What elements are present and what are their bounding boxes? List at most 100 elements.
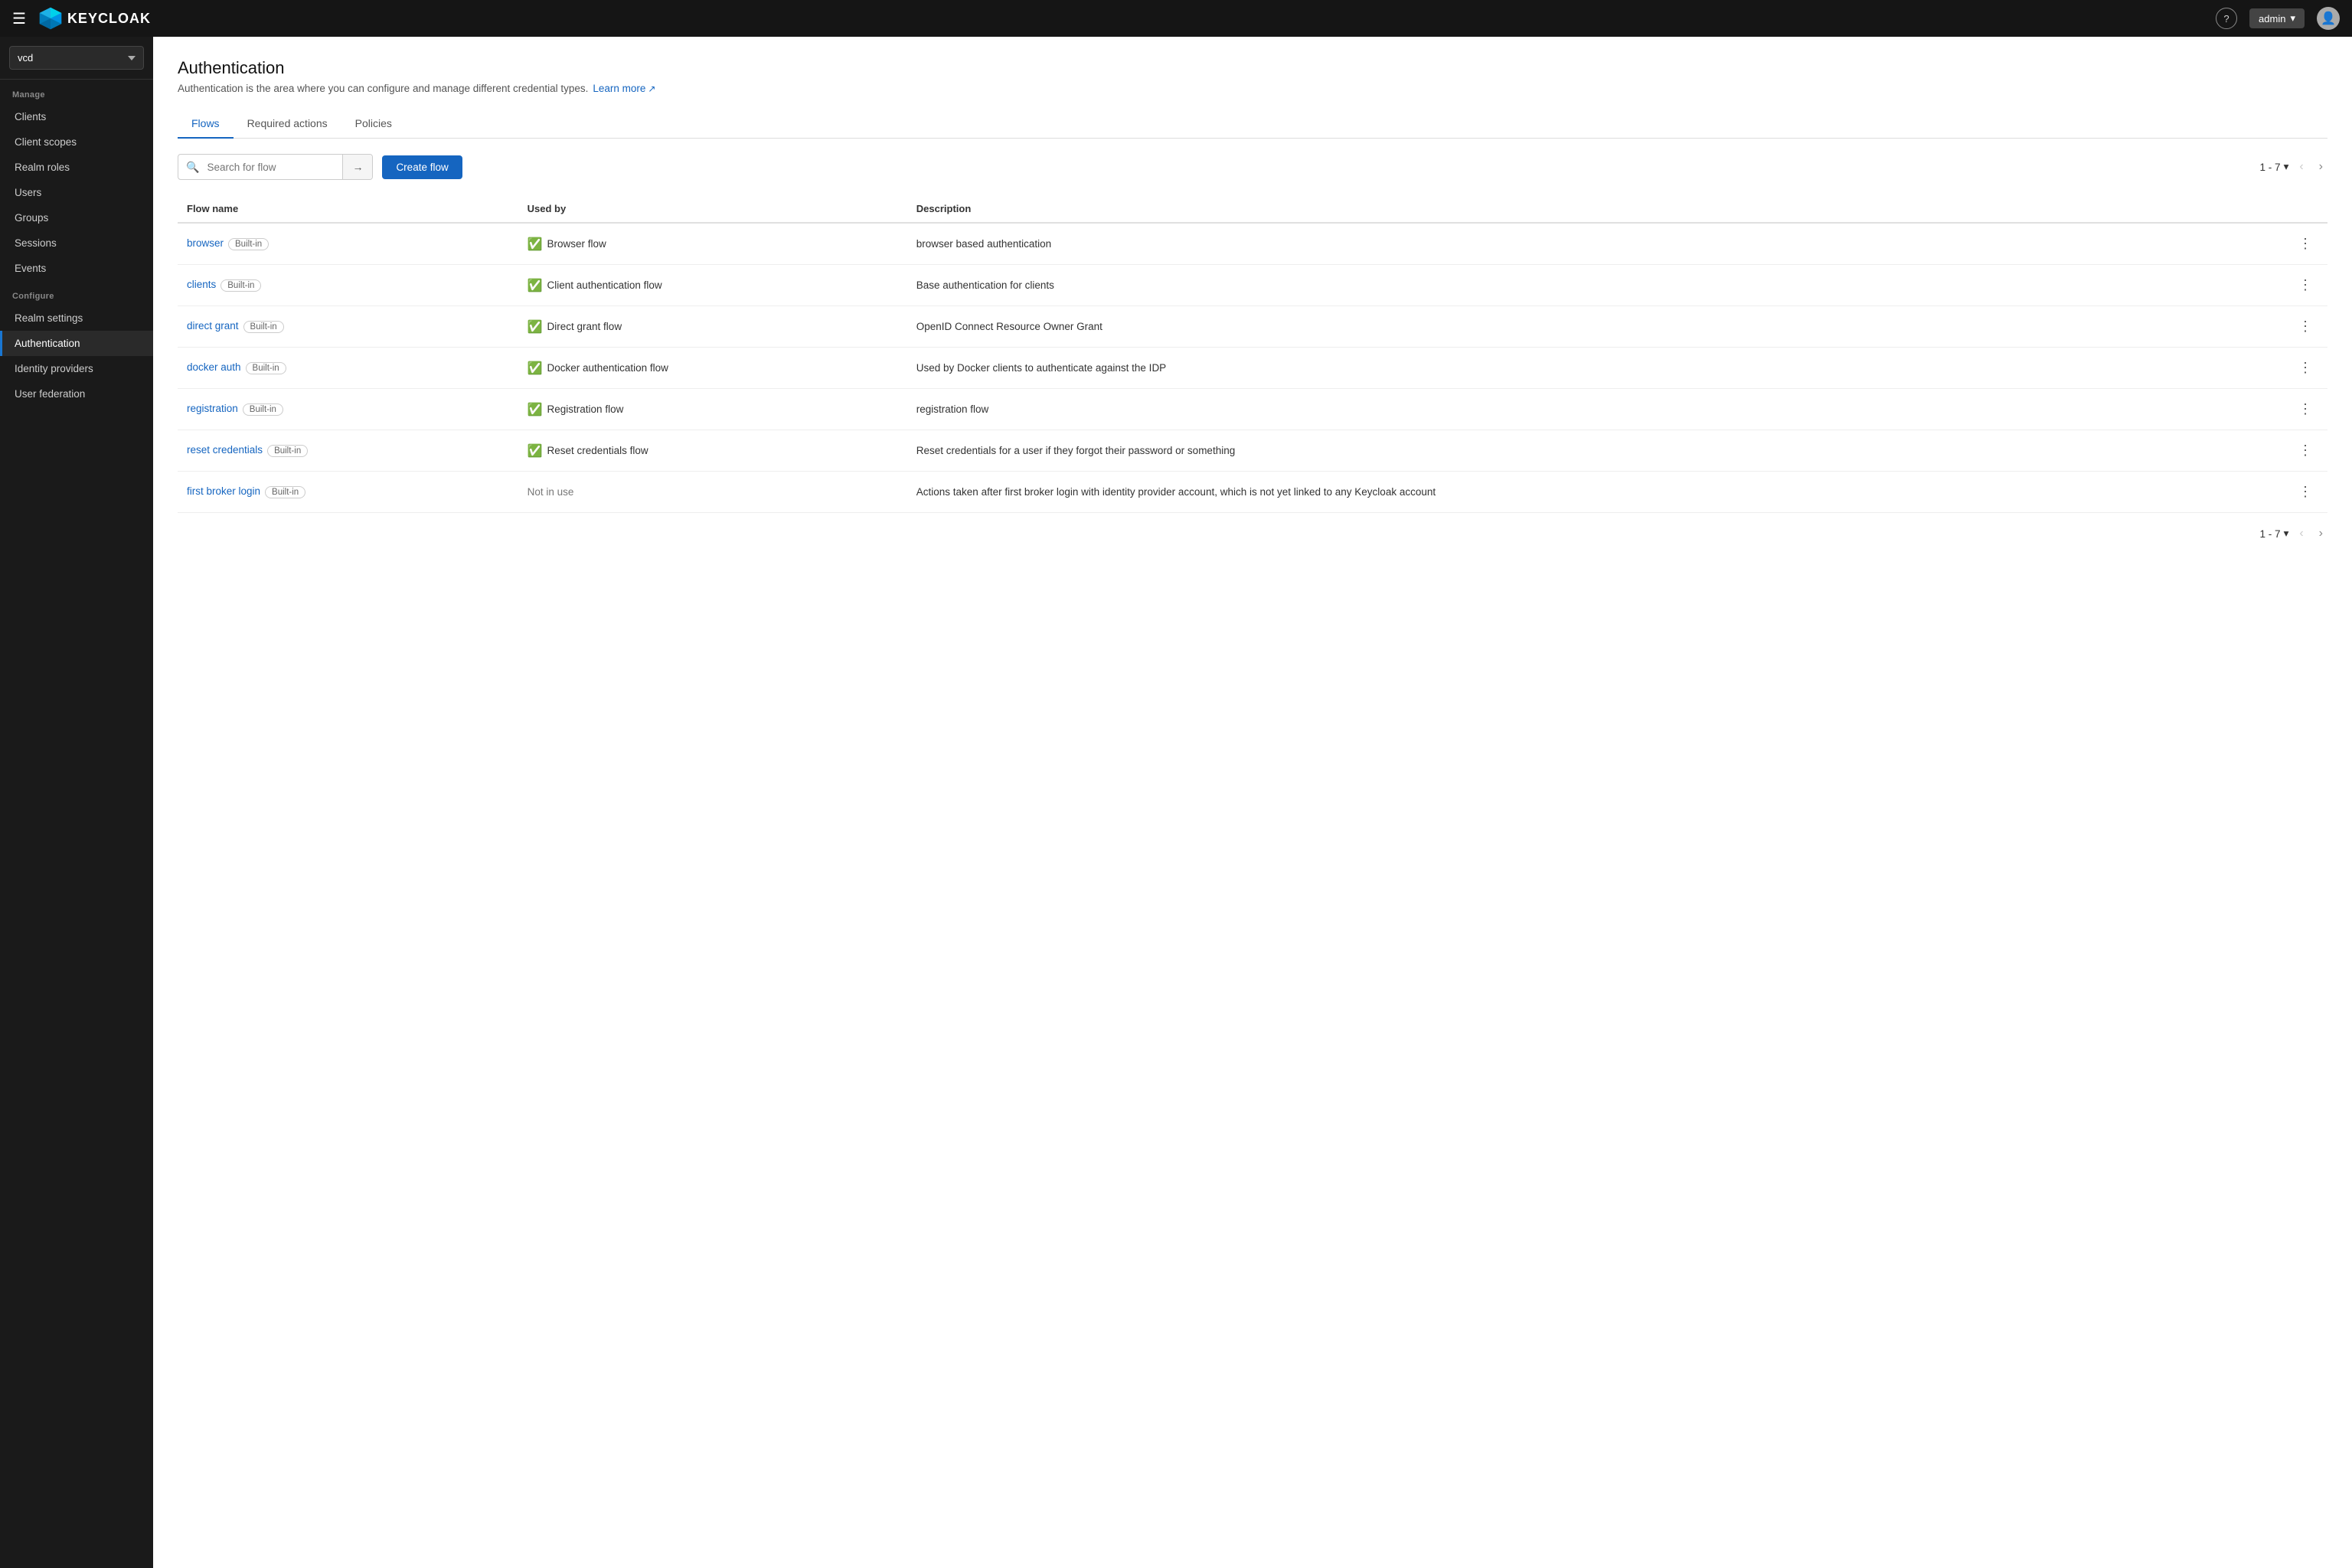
description-cell: registration flow bbox=[907, 389, 2220, 430]
flows-table: Flow name Used by Description browser Bui… bbox=[178, 195, 2328, 513]
realm-selector[interactable]: vcd bbox=[0, 37, 153, 80]
logo: KEYCLOAK bbox=[38, 6, 2216, 31]
table-header: Flow name Used by Description bbox=[178, 195, 2328, 223]
sidebar-item-groups[interactable]: Groups bbox=[0, 205, 153, 230]
flow-name-link[interactable]: direct grant bbox=[187, 320, 239, 332]
description-cell: Reset credentials for a user if they for… bbox=[907, 430, 2220, 472]
bottom-pagination-next-button[interactable]: › bbox=[2314, 525, 2328, 542]
sidebar-item-label: Groups bbox=[15, 212, 48, 224]
row-kebab-menu-button[interactable]: ⋮ bbox=[2292, 357, 2318, 379]
check-icon: ✅ bbox=[528, 361, 543, 376]
flow-name-link[interactable]: clients bbox=[187, 279, 216, 290]
sidebar-item-user-federation[interactable]: User federation bbox=[0, 381, 153, 407]
tab-policies[interactable]: Policies bbox=[341, 109, 406, 139]
search-input[interactable] bbox=[207, 156, 342, 178]
flow-name-link[interactable]: docker auth bbox=[187, 361, 241, 373]
pagination-info: 1 - 7 ▾ ‹ › bbox=[2260, 158, 2328, 175]
used-by-text: Docker authentication flow bbox=[547, 362, 668, 374]
sidebar-item-events[interactable]: Events bbox=[0, 256, 153, 281]
sidebar-item-authentication[interactable]: Authentication bbox=[0, 331, 153, 356]
pagination-count[interactable]: 1 - 7 ▾ bbox=[2260, 161, 2289, 173]
flow-name-cell: first broker loginBuilt-in bbox=[178, 472, 518, 513]
page-description: Authentication is the area where you can… bbox=[178, 83, 2328, 94]
flow-name-cell: clientsBuilt-in bbox=[178, 265, 518, 306]
bottom-next-icon: › bbox=[2319, 527, 2323, 540]
sidebar-item-label: Identity providers bbox=[15, 363, 93, 374]
avatar[interactable]: 👤 bbox=[2317, 7, 2340, 30]
row-kebab-menu-button[interactable]: ⋮ bbox=[2292, 233, 2318, 255]
used-by-text: Browser flow bbox=[547, 238, 606, 250]
toolbar: 🔍 → Create flow 1 - 7 ▾ ‹ › bbox=[178, 154, 2328, 180]
pagination-label: 1 - 7 bbox=[2260, 162, 2281, 173]
sidebar-item-label: Sessions bbox=[15, 237, 57, 249]
sidebar-item-users[interactable]: Users bbox=[0, 180, 153, 205]
sidebar-item-sessions[interactable]: Sessions bbox=[0, 230, 153, 256]
row-kebab-menu-button[interactable]: ⋮ bbox=[2292, 439, 2318, 462]
sidebar-item-clients[interactable]: Clients bbox=[0, 104, 153, 129]
pagination-prev-button[interactable]: ‹ bbox=[2295, 158, 2308, 175]
sidebar-item-realm-settings[interactable]: Realm settings bbox=[0, 305, 153, 331]
flow-name-cell: registration Built-in bbox=[178, 389, 518, 430]
used-by-text: Reset credentials flow bbox=[547, 445, 648, 456]
table-row: docker auth Built-in ✅ Docker authenticatio… bbox=[178, 348, 2328, 389]
help-button[interactable]: ? bbox=[2216, 8, 2237, 29]
row-kebab-menu-button[interactable]: ⋮ bbox=[2292, 315, 2318, 338]
prev-icon: ‹ bbox=[2299, 160, 2303, 173]
sidebar-item-label: Realm settings bbox=[15, 312, 83, 324]
pagination-next-button[interactable]: › bbox=[2314, 158, 2328, 175]
bottom-pagination-prev-button[interactable]: ‹ bbox=[2295, 525, 2308, 542]
search-submit-button[interactable]: → bbox=[342, 155, 372, 179]
check-icon: ✅ bbox=[528, 319, 543, 335]
tab-required-actions[interactable]: Required actions bbox=[234, 109, 341, 139]
table-row: browserBuilt-in✅Browser flowbrowser base… bbox=[178, 223, 2328, 265]
bottom-pagination-count[interactable]: 1 - 7 ▾ bbox=[2260, 528, 2289, 540]
sidebar-section-configure: Configure bbox=[0, 281, 153, 305]
flow-name-link[interactable]: registration bbox=[187, 403, 238, 414]
learn-more-link[interactable]: Learn more ↗ bbox=[593, 83, 655, 94]
logo-text: KEYCLOAK bbox=[67, 11, 151, 27]
sidebar-item-realm-roles[interactable]: Realm roles bbox=[0, 155, 153, 180]
realm-select[interactable]: vcd bbox=[9, 46, 144, 70]
bottom-pagination-label: 1 - 7 bbox=[2260, 528, 2281, 540]
pagination-chevron: ▾ bbox=[2284, 161, 2289, 173]
sidebar-item-identity-providers[interactable]: Identity providers bbox=[0, 356, 153, 381]
sidebar-section-manage: Manage bbox=[0, 80, 153, 104]
flow-name-cell: direct grantBuilt-in bbox=[178, 306, 518, 348]
row-actions-cell: ⋮ bbox=[2219, 472, 2328, 513]
not-in-use-text: Not in use bbox=[528, 486, 574, 498]
used-by-text: Registration flow bbox=[547, 403, 624, 415]
search-wrap: 🔍 → bbox=[178, 154, 373, 180]
flow-name-link[interactable]: reset credentials bbox=[187, 444, 263, 456]
flow-name-link[interactable]: browser bbox=[187, 237, 224, 249]
hamburger-menu[interactable]: ☰ bbox=[12, 9, 26, 28]
col-used-by: Used by bbox=[518, 195, 907, 223]
check-icon: ✅ bbox=[528, 402, 543, 417]
bottom-pagination-chevron: ▾ bbox=[2284, 528, 2289, 540]
row-kebab-menu-button[interactable]: ⋮ bbox=[2292, 274, 2318, 296]
used-by-cell: Not in use bbox=[518, 472, 907, 513]
row-actions-cell: ⋮ bbox=[2219, 223, 2328, 265]
sidebar-item-label: User federation bbox=[15, 388, 85, 400]
check-icon: ✅ bbox=[528, 278, 543, 293]
search-arrow-icon: → bbox=[352, 161, 363, 173]
description-cell: OpenID Connect Resource Owner Grant bbox=[907, 306, 2220, 348]
user-chevron: ▾ bbox=[2290, 12, 2295, 24]
sidebar-item-label: Users bbox=[15, 187, 41, 198]
description-cell: Actions taken after first broker login w… bbox=[907, 472, 2220, 513]
external-link-icon: ↗ bbox=[648, 83, 655, 94]
sidebar-item-label: Client scopes bbox=[15, 136, 77, 148]
row-kebab-menu-button[interactable]: ⋮ bbox=[2292, 481, 2318, 503]
sidebar-item-client-scopes[interactable]: Client scopes bbox=[0, 129, 153, 155]
create-flow-button[interactable]: Create flow bbox=[382, 155, 462, 179]
row-kebab-menu-button[interactable]: ⋮ bbox=[2292, 398, 2318, 420]
user-label: admin bbox=[2259, 13, 2285, 24]
tab-flows[interactable]: Flows bbox=[178, 109, 234, 139]
flow-badge: Built-in bbox=[246, 362, 286, 374]
user-menu-button[interactable]: admin ▾ bbox=[2249, 8, 2305, 28]
table-row: direct grantBuilt-in✅Direct grant flowOp… bbox=[178, 306, 2328, 348]
description-cell: Base authentication for clients bbox=[907, 265, 2220, 306]
topbar: ☰ KEYCLOAK ? admin ▾ 👤 bbox=[0, 0, 2352, 37]
flow-badge: Built-in bbox=[243, 403, 283, 416]
flow-name-cell: docker auth Built-in bbox=[178, 348, 518, 389]
flow-name-link[interactable]: first broker login bbox=[187, 485, 260, 497]
